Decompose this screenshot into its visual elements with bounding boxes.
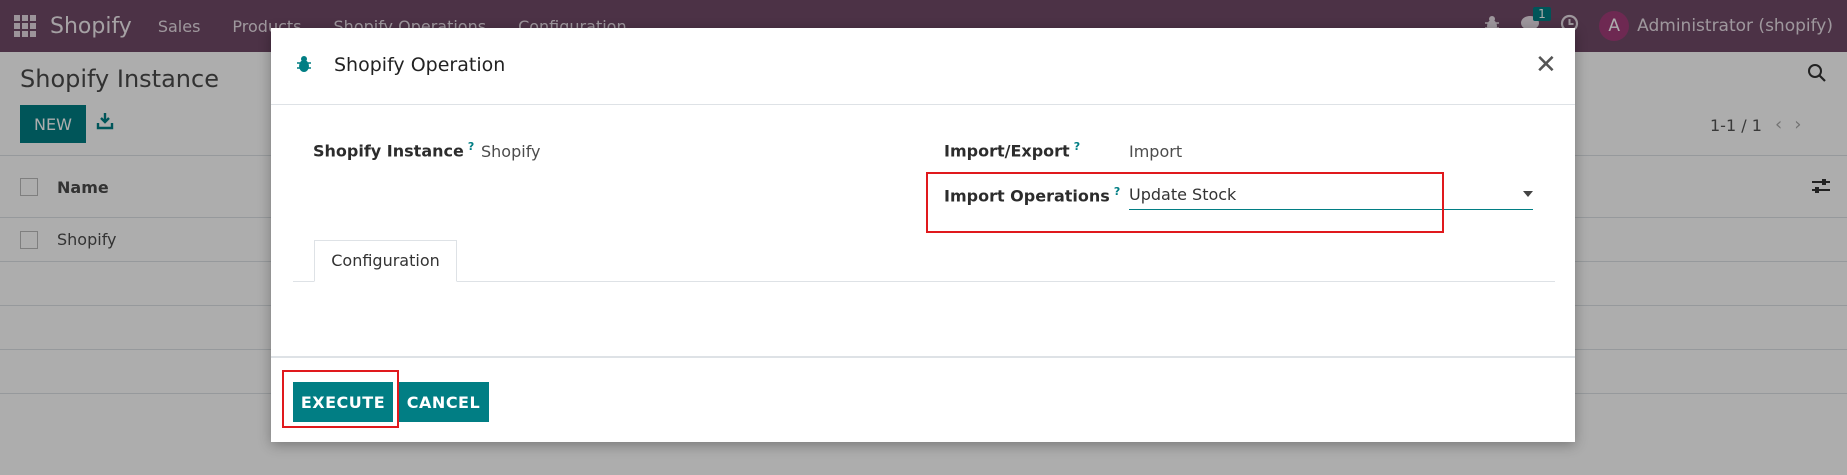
modal-title: Shopify Operation xyxy=(334,54,506,76)
cancel-button[interactable]: CANCEL xyxy=(398,382,489,422)
modal-footer: EXECUTE CANCEL xyxy=(271,356,1575,442)
close-icon[interactable]: ✕ xyxy=(1535,52,1557,78)
tab-configuration[interactable]: Configuration xyxy=(314,240,457,282)
shopify-instance-value: Shopify xyxy=(481,142,541,161)
import-export-label-text: Import/Export xyxy=(944,141,1070,161)
shopify-instance-label-text: Shopify Instance xyxy=(313,141,464,161)
tab-divider xyxy=(293,281,1555,282)
highlight-box-import-operations xyxy=(926,172,1444,233)
help-tooltip-icon[interactable]: ? xyxy=(468,140,474,153)
modal-header: Shopify Operation ✕ xyxy=(271,28,1575,105)
highlight-box-execute xyxy=(282,370,399,428)
help-tooltip-icon[interactable]: ? xyxy=(1074,140,1080,153)
shopify-operation-dialog: Shopify Operation ✕ Shopify Instance? Sh… xyxy=(271,28,1575,442)
import-export-label: Import/Export? xyxy=(944,140,1080,160)
import-export-value: Import xyxy=(1129,142,1183,161)
bug-icon xyxy=(296,55,312,77)
shopify-instance-label: Shopify Instance? xyxy=(313,140,474,160)
chevron-down-icon[interactable] xyxy=(1523,191,1533,197)
